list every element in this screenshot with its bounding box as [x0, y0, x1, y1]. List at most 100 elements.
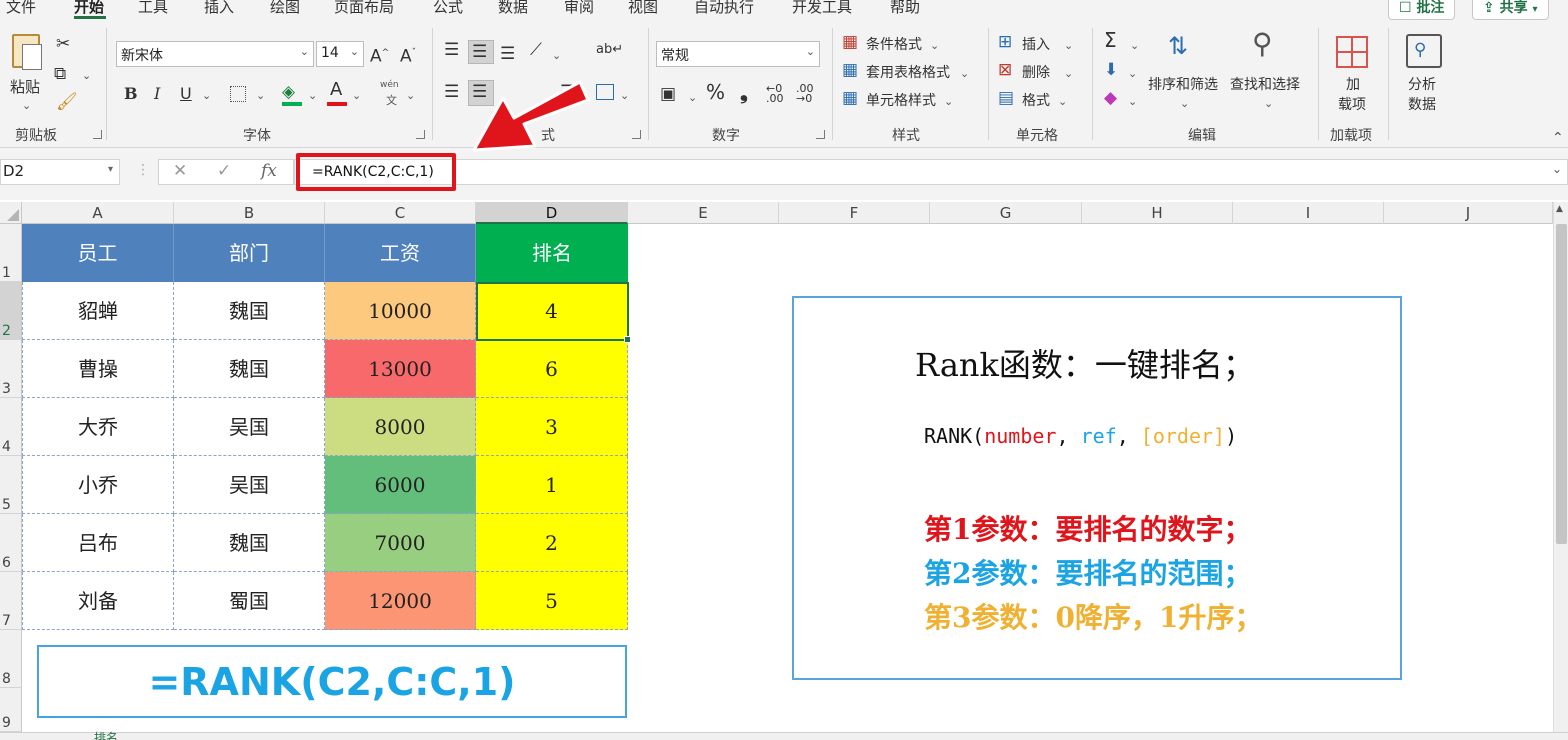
- formula-display-box[interactable]: =RANK(C2,C:C,1): [37, 645, 627, 718]
- format-painter-icon[interactable]: 🖌: [56, 92, 78, 112]
- align-middle-icon[interactable]: ☰: [472, 42, 487, 62]
- chevron-down-icon[interactable]: ⌄: [1128, 64, 1137, 84]
- row-header-5[interactable]: 5: [0, 456, 22, 514]
- vertical-scrollbar[interactable]: ▲: [1553, 202, 1568, 740]
- cell-rank[interactable]: 5: [476, 572, 628, 630]
- analyze-data-button[interactable]: ⚲ 分析 数据: [1402, 32, 1446, 118]
- cell-salary[interactable]: 6000: [325, 456, 476, 514]
- menu-file[interactable]: 文件: [6, 0, 36, 17]
- insert-function-icon[interactable]: fx: [261, 161, 277, 181]
- chevron-down-icon[interactable]: ⌄: [552, 46, 561, 66]
- sheet-tab[interactable]: 排名: [94, 729, 118, 740]
- comments-button[interactable]: ☐ 批注: [1388, 0, 1456, 20]
- column-header-b[interactable]: B: [174, 202, 325, 224]
- column-header-d[interactable]: D: [476, 202, 628, 224]
- chevron-down-icon[interactable]: ⌄: [308, 86, 317, 106]
- comma-style-icon[interactable]: ❟: [740, 82, 748, 102]
- decrease-decimal-icon[interactable]: .00 →0: [796, 83, 814, 104]
- menu-formulas[interactable]: 公式: [433, 0, 463, 17]
- cell-department[interactable]: 魏国: [174, 340, 325, 398]
- row-header-8[interactable]: 8: [0, 630, 22, 688]
- header-cell-salary[interactable]: 工资: [325, 224, 476, 282]
- align-center-icon[interactable]: ☰: [472, 82, 487, 102]
- menu-page-layout[interactable]: 页面布局: [334, 0, 394, 17]
- menu-automate[interactable]: 自动执行: [694, 0, 754, 17]
- share-button[interactable]: ⇪ 共享 ▾: [1472, 0, 1549, 20]
- cell-salary[interactable]: 12000: [325, 572, 476, 630]
- header-cell-department[interactable]: 部门: [174, 224, 325, 282]
- enter-icon[interactable]: ✓: [217, 161, 231, 181]
- scroll-thumb[interactable]: [1556, 224, 1567, 544]
- number-launcher-icon[interactable]: [816, 130, 825, 139]
- menu-developer[interactable]: 开发工具: [792, 0, 852, 17]
- menu-data[interactable]: 数据: [498, 0, 528, 17]
- select-all-button[interactable]: [0, 202, 22, 224]
- column-header-a[interactable]: A: [22, 202, 174, 224]
- clipboard-launcher-icon[interactable]: [93, 130, 102, 139]
- row-header-9[interactable]: 9: [0, 688, 22, 732]
- collapse-ribbon-icon[interactable]: ⌃: [1552, 128, 1564, 148]
- row-header-1[interactable]: 1: [0, 224, 22, 282]
- row-header-3[interactable]: 3: [0, 340, 22, 398]
- cut-icon[interactable]: ✂: [56, 34, 70, 54]
- column-header-h[interactable]: H: [1082, 202, 1233, 224]
- cancel-icon[interactable]: ✕: [173, 161, 187, 181]
- align-bottom-icon[interactable]: ☰: [500, 44, 515, 64]
- font-size-combo[interactable]: 14 ⌄: [316, 41, 364, 67]
- font-name-combo[interactable]: 新宋体 ⌄: [116, 41, 314, 67]
- phonetic-guide-char[interactable]: 文: [386, 92, 397, 108]
- cell-salary[interactable]: 7000: [325, 514, 476, 572]
- cell-department[interactable]: 魏国: [174, 282, 325, 340]
- italic-button[interactable]: I: [154, 84, 160, 103]
- header-cell-employee[interactable]: 员工: [22, 224, 174, 282]
- menu-tools[interactable]: 工具: [138, 0, 168, 17]
- expand-formula-icon[interactable]: ⌄: [1552, 162, 1562, 176]
- orientation-icon[interactable]: ⟋: [530, 40, 542, 60]
- conditional-formatting-button[interactable]: ▦ 条件格式 ⌄: [842, 32, 939, 53]
- font-launcher-icon[interactable]: [416, 130, 425, 139]
- format-as-table-button[interactable]: ▦ 套用表格格式 ⌄: [842, 60, 969, 81]
- autosum-icon[interactable]: Σ: [1104, 30, 1117, 50]
- menu-view[interactable]: 视图: [628, 0, 658, 17]
- cell-rank[interactable]: 3: [476, 398, 628, 456]
- fill-handle[interactable]: [624, 336, 631, 343]
- cell-department[interactable]: 吴国: [174, 398, 325, 456]
- insert-cells-button[interactable]: ⊞ 插入 ⌄: [998, 32, 1073, 53]
- bold-button[interactable]: B: [124, 84, 138, 103]
- chevron-down-icon[interactable]: ⌄: [1130, 36, 1139, 56]
- cell-name[interactable]: 貂蝉: [22, 282, 174, 340]
- cell-name[interactable]: 小乔: [22, 456, 174, 514]
- cell-rank[interactable]: 1: [476, 456, 628, 514]
- cell-name[interactable]: 曹操: [22, 340, 174, 398]
- chevron-down-icon[interactable]: ⌄: [256, 86, 265, 106]
- chevron-down-icon[interactable]: ⌄: [1128, 92, 1137, 112]
- cell-salary[interactable]: 8000: [325, 398, 476, 456]
- cell-name[interactable]: 大乔: [22, 398, 174, 456]
- delete-cells-button[interactable]: ⊠ 删除 ⌄: [998, 60, 1073, 81]
- chevron-down-icon[interactable]: ⌄: [202, 86, 211, 106]
- copy-icon[interactable]: ⧉: [54, 64, 66, 84]
- fill-icon[interactable]: ⬇: [1104, 60, 1118, 80]
- sort-filter-button[interactable]: ⇅ 排序和筛选 ⌄: [1148, 32, 1224, 118]
- column-header-i[interactable]: I: [1233, 202, 1384, 224]
- addins-button[interactable]: 加 载项: [1332, 34, 1372, 120]
- wrap-text-icon[interactable]: ab↵: [596, 42, 623, 57]
- align-right-icon[interactable]: ☰: [560, 82, 575, 102]
- column-header-e[interactable]: E: [628, 202, 779, 224]
- phonetic-guide-pinyin[interactable]: wén: [380, 80, 399, 90]
- cell-salary[interactable]: 13000: [325, 340, 476, 398]
- row-header-6[interactable]: 6: [0, 514, 22, 572]
- menu-home[interactable]: 开始: [74, 0, 104, 17]
- cell-styles-button[interactable]: ▦ 单元格样式 ⌄: [842, 88, 953, 109]
- alignment-launcher-icon[interactable]: [632, 130, 641, 139]
- menu-help[interactable]: 帮助: [890, 0, 920, 17]
- row-header-2[interactable]: 2: [0, 282, 22, 340]
- menu-insert[interactable]: 插入: [204, 0, 234, 17]
- cell-name[interactable]: 刘备: [22, 572, 174, 630]
- increase-decimal-icon[interactable]: ←0.00: [766, 83, 784, 104]
- column-header-g[interactable]: G: [930, 202, 1082, 224]
- underline-button[interactable]: U: [180, 84, 192, 103]
- more-options-icon[interactable]: ⋮: [136, 162, 150, 178]
- cell-rank[interactable]: 6: [476, 340, 628, 398]
- row-header-7[interactable]: 7: [0, 572, 22, 630]
